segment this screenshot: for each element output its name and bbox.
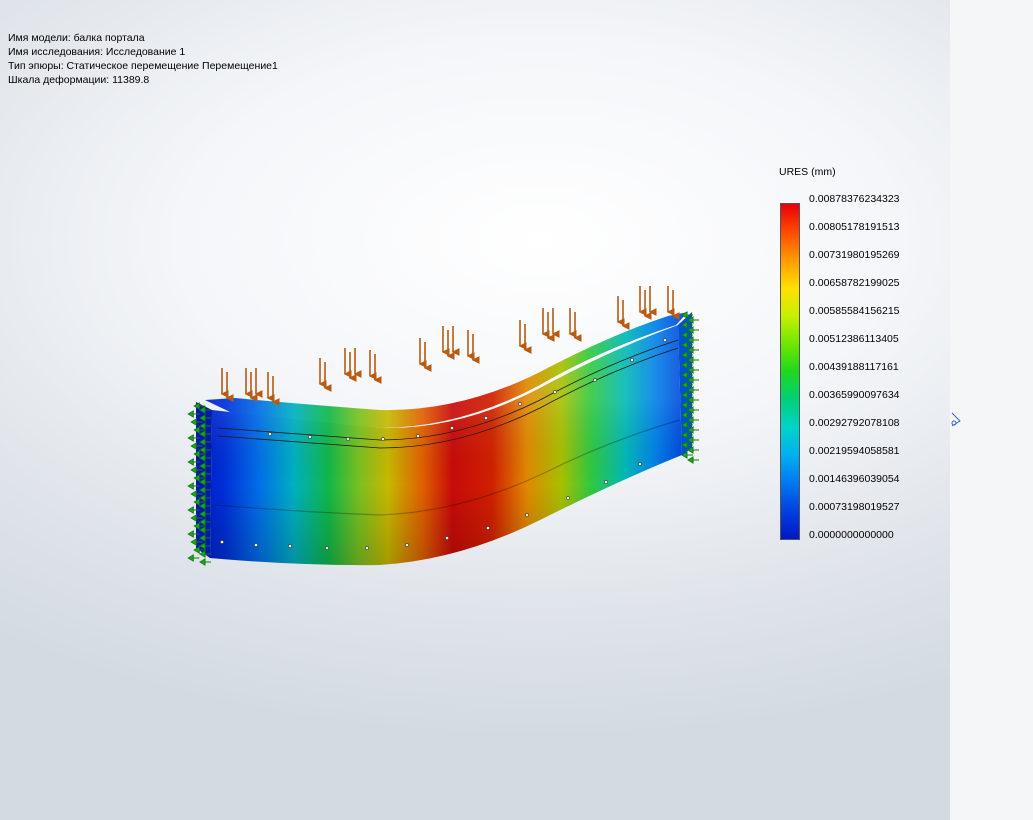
legend-value: 0.00878376234323 bbox=[809, 193, 900, 205]
legend-value: 0.00805178191513 bbox=[809, 221, 900, 233]
legend-value: 0.00365990097634 bbox=[809, 389, 900, 401]
legend-value: 0.00439188117161 bbox=[809, 361, 899, 373]
legend-value: 0.00585584156215 bbox=[809, 305, 900, 317]
legend-value: 0.0000000000000 bbox=[809, 529, 894, 541]
legend-value: 0.00073198019527 bbox=[809, 501, 900, 513]
legend-value: 0.00658782199025 bbox=[809, 277, 900, 289]
legend-value: 0.00146396039054 bbox=[809, 473, 900, 485]
legend-title: URES (mm) bbox=[779, 166, 836, 178]
legend-color-bar bbox=[780, 203, 800, 540]
legend-value: 0.00731980195269 bbox=[809, 249, 900, 261]
deformed-beam-model[interactable] bbox=[0, 0, 950, 820]
view-triad-icon[interactable] bbox=[944, 410, 964, 430]
legend-value: 0.00512386113405 bbox=[809, 333, 899, 345]
legend-value: 0.00219594058581 bbox=[809, 445, 900, 457]
beam-front-shading bbox=[210, 325, 682, 566]
legend-value: 0.00292792078108 bbox=[809, 417, 900, 429]
